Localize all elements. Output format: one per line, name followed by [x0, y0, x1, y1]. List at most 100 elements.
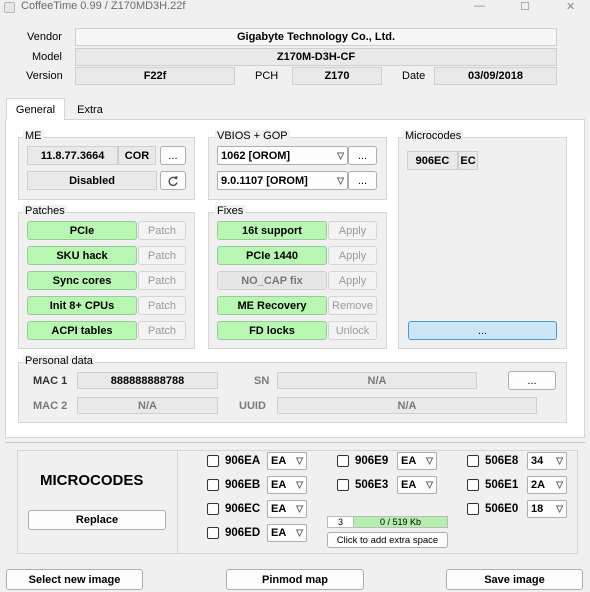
microcode-cpuid: 906EC — [407, 151, 458, 170]
version-value: 34 — [531, 455, 544, 467]
microcodes-heading: MICROCODES — [40, 472, 144, 489]
version-field: F22f — [75, 67, 235, 85]
patch-acpi-tables[interactable]: ACPI tables — [27, 321, 137, 340]
me-refresh-button[interactable] — [160, 171, 186, 190]
version-select-906eb[interactable]: EA ▽ — [267, 476, 307, 494]
me-version: 11.8.77.3664 — [27, 146, 118, 165]
patch-sync-cores-button[interactable]: Patch — [138, 271, 186, 290]
fix-no-cap[interactable]: NO_CAP fix — [217, 271, 327, 290]
vbios-select[interactable]: 1062 [OROM] ▽ — [217, 146, 348, 165]
refresh-icon — [168, 175, 178, 186]
version-select-906ea[interactable]: EA ▽ — [267, 452, 307, 470]
patch-sku-hack-button[interactable]: Patch — [138, 246, 186, 265]
fix-me-recovery[interactable]: ME Recovery — [217, 296, 327, 315]
microcodes-label-box — [17, 450, 178, 554]
fix-16t-support[interactable]: 16t support — [217, 221, 327, 240]
patch-pcie[interactable]: PCIe — [27, 221, 137, 240]
pinmod-map-button[interactable]: Pinmod map — [226, 569, 364, 590]
checkbox-506e3[interactable] — [337, 479, 349, 491]
model-field: Z170M-D3H-CF — [75, 48, 557, 66]
patch-acpi-tables-button[interactable]: Patch — [138, 321, 186, 340]
version-select-906ed[interactable]: EA ▽ — [267, 524, 307, 542]
me-more-button[interactable]: ... — [160, 146, 186, 165]
space-usage: 0 / 519 Kb — [354, 517, 447, 527]
chevron-down-icon: ▽ — [556, 503, 563, 514]
patch-pcie-button[interactable]: Patch — [138, 221, 186, 240]
personal-more-button[interactable]: ... — [508, 371, 556, 390]
vbios-more-button[interactable]: ... — [348, 146, 377, 165]
checkbox-906e9[interactable] — [337, 455, 349, 467]
version-select-506e1[interactable]: 2A ▽ — [527, 476, 567, 494]
fix-pcie-1440-button[interactable]: Apply — [328, 246, 377, 265]
checkbox-906ec[interactable] — [207, 503, 219, 515]
minimize-icon[interactable]: — — [474, 0, 485, 12]
window-title: CoffeeTime 0.99 / Z170MD3H.22f — [21, 0, 186, 12]
microcode-version: EC — [458, 151, 478, 170]
cpuid-906ea: 906EA — [225, 455, 261, 467]
version-value: EA — [401, 455, 417, 467]
vbios-value: 1062 [OROM] — [221, 149, 291, 162]
date-field: 03/09/2018 — [434, 67, 557, 85]
version-value: EA — [271, 479, 287, 491]
add-space-button[interactable]: Click to add extra space — [327, 532, 448, 548]
checkbox-506e8[interactable] — [467, 455, 479, 467]
version-value: 18 — [531, 503, 544, 515]
gop-value: 9.0.1107 [OROM] — [221, 174, 308, 187]
vendor-field: Gigabyte Technology Co., Ltd. — [75, 28, 557, 46]
date-label: Date — [402, 70, 426, 82]
version-value: EA — [271, 527, 287, 539]
save-image-button[interactable]: Save image — [446, 569, 583, 590]
cpuid-506e0: 506E0 — [485, 503, 519, 515]
mac1-label: MAC 1 — [33, 375, 68, 387]
cpuid-506e8: 506E8 — [485, 455, 519, 467]
version-select-906e9[interactable]: EA ▽ — [397, 452, 437, 470]
gop-select[interactable]: 9.0.1107 [OROM] ▽ — [217, 171, 348, 190]
gop-more-button[interactable]: ... — [348, 171, 377, 190]
chevron-down-icon: ▽ — [337, 150, 344, 160]
fix-fd-locks[interactable]: FD locks — [217, 321, 327, 340]
chevron-down-icon: ▽ — [296, 503, 303, 514]
select-new-image-button[interactable]: Select new image — [6, 569, 143, 590]
mac1-field[interactable]: 888888888788 — [77, 372, 218, 389]
cpuid-906eb: 906EB — [225, 479, 261, 491]
fix-pcie-1440[interactable]: PCIe 1440 — [217, 246, 327, 265]
fix-fd-locks-button[interactable]: Unlock — [328, 321, 377, 340]
cpuid-906ec: 906EC — [225, 503, 261, 515]
patch-init-cpus[interactable]: Init 8+ CPUs — [27, 296, 137, 315]
personal-data-title: Personal data — [23, 355, 95, 367]
fix-16t-support-button[interactable]: Apply — [328, 221, 377, 240]
chevron-down-icon: ▽ — [556, 455, 563, 466]
chevron-down-icon: ▽ — [556, 479, 563, 490]
checkbox-906eb[interactable] — [207, 479, 219, 491]
fix-no-cap-button[interactable]: Apply — [328, 271, 377, 290]
checkbox-506e1[interactable] — [467, 479, 479, 491]
version-select-906ec[interactable]: EA ▽ — [267, 500, 307, 518]
maximize-icon[interactable]: ☐ — [520, 0, 530, 13]
checkbox-506e0[interactable] — [467, 503, 479, 515]
tab-general[interactable]: General — [6, 98, 65, 121]
version-select-506e0[interactable]: 18 ▽ — [527, 500, 567, 518]
version-value: EA — [271, 503, 287, 515]
close-icon[interactable]: ✕ — [566, 0, 575, 13]
tab-extra[interactable]: Extra — [66, 100, 114, 120]
patch-init-cpus-button[interactable]: Patch — [138, 296, 186, 315]
uuid-field: N/A — [277, 397, 537, 414]
checkbox-906ed[interactable] — [207, 527, 219, 539]
title-bar: CoffeeTime 0.99 / Z170MD3H.22f — ☐ ✕ — [0, 0, 590, 16]
sn-field: N/A — [277, 372, 477, 389]
replace-button[interactable]: Replace — [28, 510, 166, 530]
cpuid-506e3: 506E3 — [355, 479, 389, 491]
checkbox-906ea[interactable] — [207, 455, 219, 467]
fix-me-recovery-button[interactable]: Remove — [328, 296, 377, 315]
separator — [5, 442, 585, 443]
pch-field: Z170 — [292, 67, 382, 85]
patch-sync-cores[interactable]: Sync cores — [27, 271, 137, 290]
cpuid-906e9: 906E9 — [355, 455, 389, 467]
mac2-label: MAC 2 — [33, 400, 68, 412]
microcodes-select-button[interactable]: ... — [408, 321, 557, 340]
version-label: Version — [26, 70, 63, 82]
version-select-506e8[interactable]: 34 ▽ — [527, 452, 567, 470]
fixes-title: Fixes — [215, 205, 246, 217]
version-select-506e3[interactable]: EA ▽ — [397, 476, 437, 494]
patch-sku-hack[interactable]: SKU hack — [27, 246, 137, 265]
